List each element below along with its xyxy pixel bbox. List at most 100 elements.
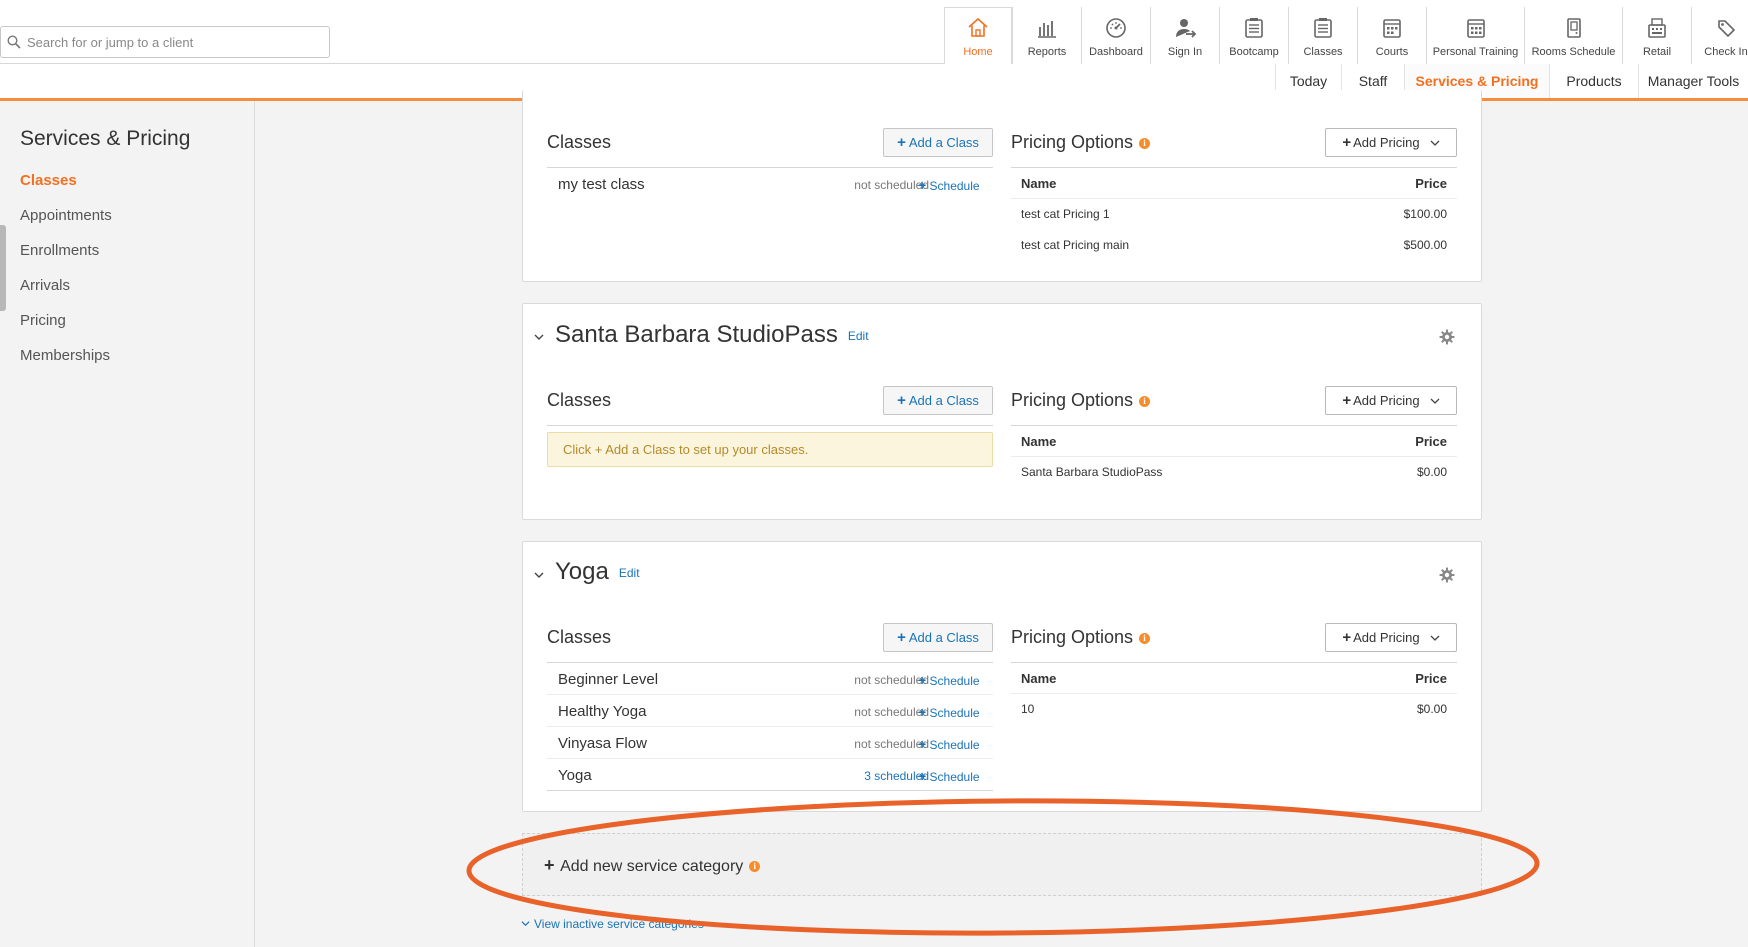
search-icon: [7, 35, 21, 49]
pricing-price: $500.00: [1403, 238, 1447, 252]
nav-sign-in-label: Sign In: [1167, 46, 1203, 58]
add-class-button[interactable]: + Add a Class: [883, 128, 993, 157]
class-name[interactable]: Healthy Yoga: [558, 703, 646, 720]
sidebar-title: Services & Pricing: [20, 127, 191, 150]
col-price-header: Price: [1415, 176, 1447, 191]
service-category-card: Santa Barbara StudioPass Edit Classes + Ad…: [522, 303, 1482, 520]
nav-bootcamp[interactable]: Bootcamp: [1219, 7, 1288, 64]
col-name-header: Name: [1021, 176, 1057, 191]
nav-rooms-schedule-label: Rooms Schedule: [1531, 46, 1616, 58]
add-pricing-button[interactable]: + Add Pricing: [1325, 386, 1457, 415]
nav-retail-label: Retail: [1642, 46, 1672, 58]
pricing-price: $0.00: [1416, 465, 1447, 479]
class-status: not scheduled: [854, 178, 929, 192]
pricing-price: $100.00: [1403, 207, 1447, 221]
sidebar: Services & Pricing Classes Appointments …: [0, 101, 255, 947]
nav-personal-training[interactable]: Personal Training: [1426, 7, 1524, 64]
info-icon[interactable]: i: [1139, 395, 1151, 407]
nav-rooms-schedule[interactable]: Rooms Schedule: [1524, 7, 1622, 64]
subnav-manager-tools[interactable]: Manager Tools: [1638, 64, 1748, 98]
service-category-card: Classes + Add a Class my test class not s…: [522, 90, 1482, 282]
nav-retail[interactable]: Retail: [1622, 7, 1691, 64]
service-category-card: Yoga Edit Classes + Add a Class Beginner L…: [522, 541, 1482, 812]
pricing-name[interactable]: 10: [1021, 702, 1034, 716]
chevron-down-icon: [1430, 140, 1440, 146]
sidebar-item-enrollments[interactable]: Enrollments: [20, 242, 99, 259]
empty-classes-notice: Click + Add a Class to set up your class…: [547, 432, 993, 467]
col-price-header: Price: [1415, 671, 1447, 686]
schedule-link[interactable]: + Schedule: [918, 177, 980, 193]
pricing-options-heading: Pricing Options i: [1011, 390, 1151, 411]
main-nav: Home Reports Dashboard Sign In Bootcamp …: [944, 7, 1748, 64]
class-status: not scheduled: [854, 737, 929, 751]
class-name[interactable]: Vinyasa Flow: [558, 735, 647, 752]
class-name[interactable]: Yoga: [558, 767, 592, 784]
plus-icon: +: [897, 629, 906, 646]
schedule-link[interactable]: + Schedule: [918, 704, 980, 720]
sidebar-item-memberships[interactable]: Memberships: [20, 347, 110, 364]
search-input[interactable]: [27, 34, 317, 50]
pricing-name[interactable]: test cat Pricing main: [1021, 238, 1129, 252]
top-bar: Home Reports Dashboard Sign In Bootcamp …: [0, 0, 1748, 64]
gear-icon[interactable]: [1439, 329, 1455, 345]
chevron-down-icon: [1430, 635, 1440, 641]
col-name-header: Name: [1021, 671, 1057, 686]
sidebar-item-pricing[interactable]: Pricing: [20, 312, 66, 329]
sign-in-icon: [1176, 19, 1197, 38]
add-category-label: Add new service category: [560, 858, 744, 875]
plus-icon: +: [897, 392, 906, 409]
plus-icon: +: [544, 855, 555, 875]
info-icon[interactable]: i: [749, 861, 761, 873]
pricing-name[interactable]: Santa Barbara StudioPass: [1021, 465, 1162, 479]
add-class-button[interactable]: + Add a Class: [883, 386, 993, 415]
nav-classes-label: Classes: [1303, 46, 1343, 58]
info-icon[interactable]: i: [1139, 137, 1151, 149]
client-search[interactable]: [0, 26, 330, 58]
chevron-down-icon: [521, 921, 530, 927]
chevron-down-icon: [1430, 398, 1440, 404]
schedule-link[interactable]: + Schedule: [918, 736, 980, 752]
classes-heading: Classes: [547, 390, 612, 410]
nav-sign-in[interactable]: Sign In: [1150, 7, 1219, 64]
pricing-price: $0.00: [1416, 702, 1447, 716]
chevron-down-icon[interactable]: [533, 331, 545, 343]
class-status-link[interactable]: 3 scheduled: [773, 769, 929, 783]
chevron-down-icon[interactable]: [533, 569, 545, 581]
sidebar-item-arrivals[interactable]: Arrivals: [20, 277, 70, 294]
nav-courts[interactable]: Courts: [1357, 7, 1426, 64]
plus-icon: +: [897, 134, 906, 151]
info-icon[interactable]: i: [1139, 632, 1151, 644]
add-class-label: Add a Class: [908, 135, 979, 150]
sidebar-collapse-handle[interactable]: [0, 225, 6, 311]
sidebar-item-classes[interactable]: Classes: [20, 172, 77, 189]
class-name[interactable]: Beginner Level: [558, 671, 658, 688]
nav-home-label: Home: [963, 46, 993, 58]
gear-icon[interactable]: [1439, 567, 1455, 583]
classes-heading: Classes: [547, 627, 612, 647]
schedule-link[interactable]: + Schedule: [918, 672, 980, 688]
add-pricing-button[interactable]: + Add Pricing: [1325, 623, 1457, 652]
edit-link[interactable]: Edit: [619, 566, 640, 580]
add-class-button[interactable]: + Add a Class: [883, 623, 993, 652]
view-inactive-categories-link[interactable]: View inactive service categories: [521, 917, 704, 931]
add-pricing-button[interactable]: + Add Pricing: [1325, 128, 1457, 157]
rooms-schedule-icon: [1566, 18, 1581, 38]
col-price-header: Price: [1415, 434, 1447, 449]
subnav-products[interactable]: Products: [1549, 64, 1638, 98]
pricing-name[interactable]: test cat Pricing 1: [1021, 207, 1110, 221]
schedule-link[interactable]: + Schedule: [918, 768, 980, 784]
classes-icon: [1314, 18, 1332, 38]
classes-heading: Classes: [547, 132, 612, 152]
nav-courts-label: Courts: [1375, 46, 1409, 58]
edit-link[interactable]: Edit: [848, 329, 869, 343]
nav-check-in[interactable]: Check In: [1691, 7, 1748, 64]
nav-classes[interactable]: Classes: [1288, 7, 1357, 64]
nav-home[interactable]: Home: [944, 7, 1012, 64]
nav-dashboard[interactable]: Dashboard: [1081, 7, 1150, 64]
sidebar-item-appointments[interactable]: Appointments: [20, 207, 112, 224]
retail-icon: [1648, 18, 1666, 38]
pricing-options-heading: Pricing Options i: [1011, 132, 1151, 153]
nav-reports[interactable]: Reports: [1012, 7, 1081, 64]
add-service-category-button[interactable]: + Add new service category i: [522, 833, 1482, 896]
class-name[interactable]: my test class: [558, 176, 645, 193]
